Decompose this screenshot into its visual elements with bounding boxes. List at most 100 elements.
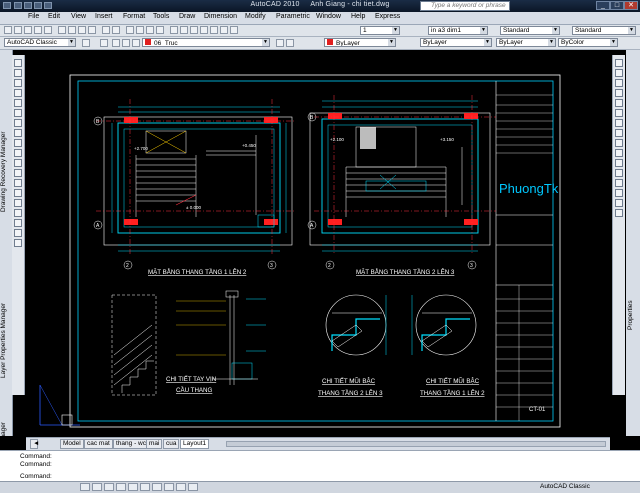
menu-express[interactable]: Express bbox=[375, 13, 400, 20]
extend-icon[interactable] bbox=[615, 159, 623, 167]
search-input[interactable]: Type a keyword or phrase bbox=[420, 1, 510, 11]
menu-draw[interactable]: Draw bbox=[179, 13, 195, 20]
tab-layout1[interactable]: Layout1 bbox=[180, 439, 210, 449]
snap-toggle[interactable] bbox=[80, 483, 90, 491]
paste-icon[interactable] bbox=[78, 26, 86, 34]
workspace-settings-icon[interactable] bbox=[82, 39, 90, 47]
tab-thang-wc[interactable]: thang - wc bbox=[113, 439, 149, 449]
menu-window[interactable]: Window bbox=[316, 13, 341, 20]
color-select[interactable]: ByLayer ▼ bbox=[324, 38, 396, 47]
workspace-select[interactable]: AutoCAD Classic ▼ bbox=[4, 38, 76, 47]
preview-icon[interactable] bbox=[44, 26, 52, 34]
save-file-icon[interactable] bbox=[24, 26, 32, 34]
fillet-icon[interactable] bbox=[615, 199, 623, 207]
qnew-icon[interactable] bbox=[4, 26, 12, 34]
open-file-icon[interactable] bbox=[14, 26, 22, 34]
qp-toggle[interactable] bbox=[188, 483, 198, 491]
tab-cac-mat[interactable]: cac mat bbox=[84, 439, 113, 449]
stretch-icon[interactable] bbox=[615, 139, 623, 147]
trim-icon[interactable] bbox=[615, 149, 623, 157]
ortho-toggle[interactable] bbox=[104, 483, 114, 491]
textstyle-select[interactable]: Standard ▼ bbox=[500, 26, 560, 35]
make-block-icon[interactable] bbox=[14, 179, 22, 187]
drawing-area[interactable]: PhuongTk CT-01 B A 2 3 +2.700 +0.450 ± 0… bbox=[26, 55, 610, 437]
construction-line-icon[interactable] bbox=[14, 69, 22, 77]
grid-toggle[interactable] bbox=[92, 483, 102, 491]
menu-file[interactable]: File bbox=[28, 13, 39, 20]
maximize-button[interactable]: □ bbox=[610, 1, 624, 10]
sheet-set-icon[interactable] bbox=[200, 26, 208, 34]
table-icon[interactable] bbox=[14, 229, 22, 237]
move-icon[interactable] bbox=[615, 109, 623, 117]
pan-icon[interactable] bbox=[126, 26, 134, 34]
match-properties-icon[interactable] bbox=[88, 26, 96, 34]
tab-nav-first-icon[interactable]: ◄ bbox=[30, 439, 39, 449]
undo-tool-icon[interactable] bbox=[102, 26, 110, 34]
polyline-icon[interactable] bbox=[14, 79, 22, 87]
array-icon[interactable] bbox=[615, 99, 623, 107]
menu-view[interactable]: View bbox=[71, 13, 86, 20]
revision-cloud-icon[interactable] bbox=[14, 129, 22, 137]
plot-icon[interactable] bbox=[34, 26, 42, 34]
mirror-icon[interactable] bbox=[615, 79, 623, 87]
break-icon[interactable] bbox=[615, 169, 623, 177]
menu-parametric[interactable]: Parametric bbox=[276, 13, 310, 20]
hatch-icon[interactable] bbox=[14, 199, 22, 207]
lineweight-select[interactable]: ByLayer ▼ bbox=[496, 38, 556, 47]
dimstyle-select[interactable]: in a3 dim1 ▼ bbox=[428, 26, 488, 35]
insert-block-icon[interactable] bbox=[14, 169, 22, 177]
menu-help[interactable]: Help bbox=[351, 13, 365, 20]
annotation-scale-select[interactable]: 1 ▼ bbox=[360, 26, 400, 35]
design-center-icon[interactable] bbox=[180, 26, 188, 34]
command-prompt[interactable]: Command: bbox=[20, 473, 52, 480]
point-icon[interactable] bbox=[14, 189, 22, 197]
polygon-icon[interactable] bbox=[14, 89, 22, 97]
layer-properties-manager-tab[interactable]: Layer Properties Manager bbox=[0, 270, 12, 410]
menu-dimension[interactable]: Dimension bbox=[204, 13, 237, 20]
command-window[interactable]: Command: Command: Command: bbox=[0, 450, 640, 482]
redo-tool-icon[interactable] bbox=[112, 26, 120, 34]
rectangle-icon[interactable] bbox=[14, 99, 22, 107]
copy-object-icon[interactable] bbox=[615, 69, 623, 77]
lwt-toggle[interactable] bbox=[176, 483, 186, 491]
ellipse-icon[interactable] bbox=[14, 149, 22, 157]
circle-icon[interactable] bbox=[14, 119, 22, 127]
drawing-recovery-manager-tab[interactable]: Drawing Recovery Manager bbox=[0, 102, 12, 242]
otrack-toggle[interactable] bbox=[140, 483, 150, 491]
menu-insert[interactable]: Insert bbox=[95, 13, 113, 20]
menu-tools[interactable]: Tools bbox=[153, 13, 169, 20]
quickcalc-icon[interactable] bbox=[220, 26, 228, 34]
zoom-window-icon[interactable] bbox=[146, 26, 154, 34]
minimize-button[interactable]: _ bbox=[596, 1, 610, 10]
line-icon[interactable] bbox=[14, 59, 22, 67]
make-current-layer-icon[interactable] bbox=[276, 39, 284, 47]
workspace-status[interactable]: AutoCAD Classic bbox=[540, 483, 590, 490]
chamfer-icon[interactable] bbox=[615, 189, 623, 197]
markup-icon[interactable] bbox=[210, 26, 218, 34]
tool-palettes-icon[interactable] bbox=[190, 26, 198, 34]
tab-mai[interactable]: mai bbox=[146, 439, 163, 449]
properties-icon[interactable] bbox=[170, 26, 178, 34]
lock-icon[interactable] bbox=[132, 39, 140, 47]
spline-icon[interactable] bbox=[14, 139, 22, 147]
ducs-toggle[interactable] bbox=[152, 483, 162, 491]
scale-icon[interactable] bbox=[615, 129, 623, 137]
plotstyle-select[interactable]: ByColor ▼ bbox=[558, 38, 618, 47]
menu-edit[interactable]: Edit bbox=[48, 13, 60, 20]
lightbulb-icon[interactable] bbox=[112, 39, 120, 47]
arc-icon[interactable] bbox=[14, 109, 22, 117]
close-button[interactable]: ✕ bbox=[624, 1, 638, 10]
zoom-previous-icon[interactable] bbox=[156, 26, 164, 34]
erase-icon[interactable] bbox=[615, 59, 623, 67]
help-icon[interactable] bbox=[230, 26, 238, 34]
join-icon[interactable] bbox=[615, 179, 623, 187]
multiline-text-icon[interactable] bbox=[14, 239, 22, 247]
layer-properties-icon[interactable] bbox=[100, 39, 108, 47]
region-icon[interactable] bbox=[14, 219, 22, 227]
rotate-icon[interactable] bbox=[615, 119, 623, 127]
sun-icon[interactable] bbox=[122, 39, 130, 47]
explode-icon[interactable] bbox=[615, 209, 623, 217]
menu-modify[interactable]: Modify bbox=[245, 13, 266, 20]
horizontal-scrollbar[interactable] bbox=[226, 441, 606, 447]
dyn-toggle[interactable] bbox=[164, 483, 174, 491]
